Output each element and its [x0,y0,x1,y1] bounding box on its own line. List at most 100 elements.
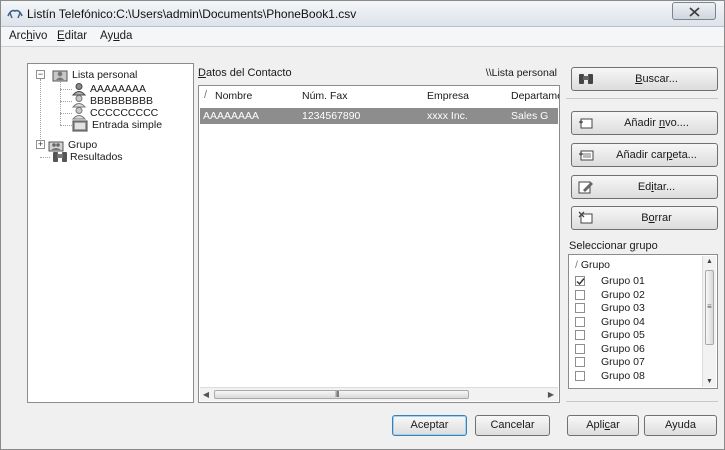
column-header-departamento[interactable]: Departame [511,90,559,102]
phonebook-window: Listín Telefónico:C:\Users\admin\Documen… [0,0,725,450]
scroll-up-icon[interactable]: ▲ [703,258,716,265]
add-new-label-post: vo.... [665,117,689,129]
group-checkbox[interactable] [575,370,585,381]
group-item-label: Grupo 02 [601,288,645,301]
tree-connector [60,101,72,102]
buscar-button[interactable]: Buscar... [571,67,718,91]
borrar-button[interactable]: Borrar [571,206,718,230]
tree-label: Resultados [70,151,123,163]
group-checkbox[interactable] [575,316,585,327]
add-new-label-pre: Añadir [624,117,659,129]
add-folder-button[interactable]: Añadir carpeta... [571,143,718,167]
menu-archivo[interactable]: Archivo [9,30,47,42]
menu-archivo-label-pre: Arc [9,30,27,42]
close-icon [689,7,700,17]
tree-connector [60,89,72,90]
group-checkbox[interactable] [575,276,585,286]
buscar-label: Buscar... [600,73,713,85]
group-item-label: Grupo 06 [601,342,645,355]
divider [566,98,718,99]
group-checkbox[interactable] [575,289,585,300]
table-row[interactable]: AAAAAAAA 1234567890 xxxx Inc. Sales G [200,108,558,124]
borrar-label-post: rrar [654,212,672,224]
scroll-right-icon[interactable]: ▶ [546,390,556,399]
editar-label: Editar... [600,181,713,193]
column-separator-icon: / [204,89,208,101]
group-checkbox[interactable] [575,330,585,340]
tree-connector [40,79,41,145]
cell-fax: 1234567890 [302,110,361,122]
tree-label: Lista personal [72,69,138,81]
ayuda-button[interactable]: Ayuda [644,415,717,436]
contact-data-label: Datos del Contacto [198,67,292,79]
collapse-icon[interactable]: − [36,70,45,79]
select-group-label: Seleccionar grupo [569,240,658,252]
group-item-label: Grupo 05 [601,329,645,341]
tree-item-lista-personal[interactable]: − Lista personal [34,68,184,82]
scroll-thumb[interactable]: ≡ [705,270,714,345]
aplicar-label-post: ar [610,419,620,431]
cell-nombre: AAAAAAAA [203,110,260,122]
group-item-label: Grupo 08 [601,369,645,382]
aplicar-button[interactable]: Aplicar [567,415,639,436]
tree-item-resultados[interactable]: Resultados [52,150,172,164]
binoculars-icon [52,150,68,168]
borrar-label-pre: B [641,212,649,224]
aceptar-button[interactable]: Aceptar [392,415,467,436]
contact-data-label-key: D [198,67,206,79]
editar-button[interactable]: Editar... [571,175,718,199]
scroll-grip: III [335,390,340,399]
borrar-label: Borrar [600,212,713,224]
column-header-fax[interactable]: Núm. Fax [302,90,348,102]
menu-editar-label-post: ditar [64,30,88,42]
expand-icon[interactable]: + [36,140,45,149]
group-item-label: Grupo 03 [601,302,645,314]
menu-archivo-label-post: ivo [32,30,48,42]
close-button[interactable] [672,2,716,20]
group-item-label: Grupo 04 [601,315,645,328]
scroll-left-icon[interactable]: ◀ [201,390,211,399]
column-header-empresa[interactable]: Empresa [427,90,469,102]
tree-label: Entrada simple [92,119,163,131]
select-group-label-post: rupo [635,240,658,252]
add-folder-label-pre: Añadir car [616,149,667,161]
group-checkbox[interactable] [575,357,585,367]
add-folder-label-post: eta... [672,149,697,161]
group-checkbox[interactable] [575,343,585,354]
menu-editar-label-key: E [57,30,65,42]
add-new-button[interactable]: Añadir nvo.... [571,111,718,135]
group-item-label: Grupo 01 [601,275,645,287]
buscar-label-rest: uscar... [642,73,678,85]
add-folder-icon [578,148,594,165]
folder-tree[interactable]: − Lista personal AAAAAAAA BBBBBBBBB CCCC… [27,63,194,403]
column-header-nombre[interactable]: Nombre [215,90,252,102]
add-folder-label: Añadir carpeta... [600,149,713,161]
tree-connector [40,157,50,158]
group-column-header[interactable]: / Grupo [575,259,610,271]
menu-bar: Archivo Editar Ayuda [1,27,724,47]
group-header-label: Grupo [580,259,611,271]
cancelar-button[interactable]: Cancelar [475,415,550,436]
select-group-label-pre: Seleccionar [569,240,630,252]
divider [566,401,718,402]
contact-data-label-rest: atos del Contacto [205,67,292,79]
vertical-scrollbar[interactable]: ▲ ≡ ▼ [702,256,716,387]
menu-ayuda-label-pre: Ay [100,30,114,42]
title-bar[interactable]: Listín Telefónico:C:\Users\admin\Documen… [1,1,724,27]
horizontal-scrollbar[interactable]: ◀ III ▶ [200,387,558,401]
personal-list-icon [52,68,68,86]
scroll-thumb[interactable]: III [214,390,469,399]
group-list[interactable]: / Grupo Grupo 01 Grupo 02 Grupo 03 Grupo 04… [568,254,718,389]
current-folder-path: \\Lista personal [485,67,557,79]
cell-departamento: Sales G [511,110,549,122]
contact-list[interactable]: / Nombre Núm. Fax Empresa Departame AAAA… [198,85,560,403]
checkmark-icon [576,278,585,286]
delete-icon [578,211,594,228]
menu-ayuda[interactable]: Ayuda [100,30,132,42]
tree-connector [60,125,72,126]
group-checkbox[interactable] [575,303,585,313]
menu-editar[interactable]: Editar [57,30,87,42]
group-item-label: Grupo 07 [601,356,645,368]
phonebook-app-icon [7,7,23,21]
scroll-down-icon[interactable]: ▼ [703,378,716,385]
